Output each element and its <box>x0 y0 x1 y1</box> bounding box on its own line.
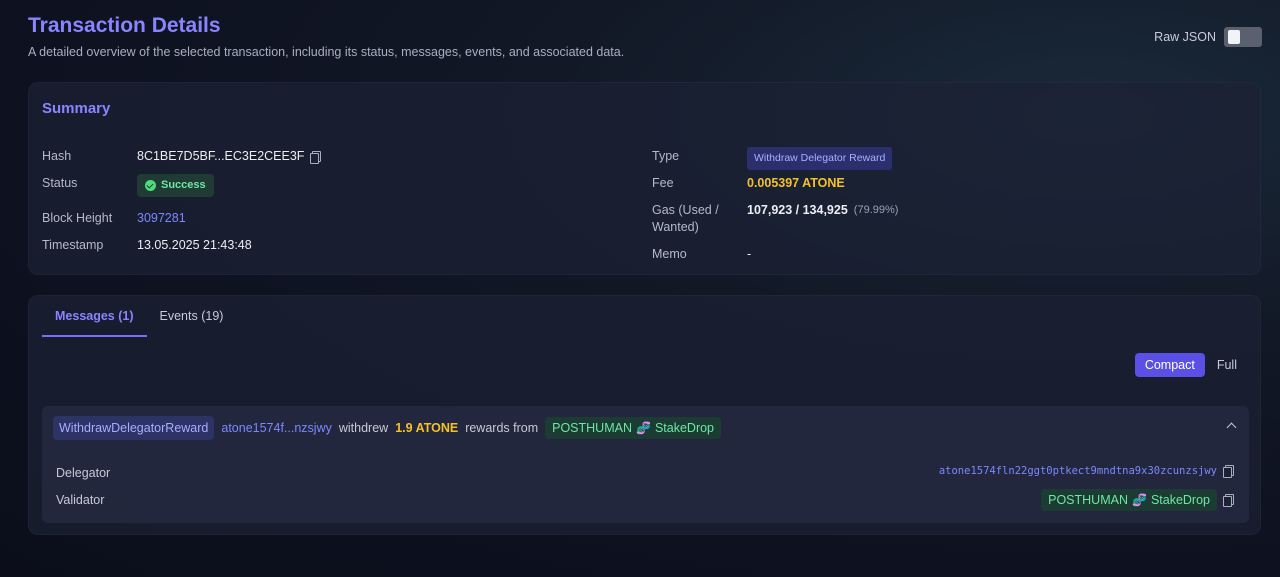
message-item: WithdrawDelegatorReward atone1574f...nzs… <box>42 406 1249 523</box>
gas-label: Gas (Used / Wanted) <box>652 203 719 234</box>
raw-json-label: Raw JSON <box>1154 30 1216 44</box>
message-rewards-from: rewards from <box>465 421 539 435</box>
timestamp-value: 13.05.2025 21:43:48 <box>137 238 252 252</box>
memo-value: - <box>747 247 752 261</box>
block-height-label: Block Height <box>42 211 113 225</box>
fee-value: 0.005397 ATONE <box>747 176 845 190</box>
block-height-link[interactable]: 3097281 <box>137 210 186 227</box>
message-header[interactable]: WithdrawDelegatorReward atone1574f...nzs… <box>53 416 722 440</box>
type-label: Type <box>652 149 680 163</box>
copy-icon[interactable] <box>310 150 322 164</box>
delegator-value-group: atone1574fln22ggt0ptkect9mndtna9x30zcunz… <box>939 465 1234 478</box>
raw-json-toggle-group[interactable]: Raw JSON <box>1154 27 1262 47</box>
message-amount: 1.9 ATONE <box>395 421 459 435</box>
delegator-label: Delegator <box>56 466 111 480</box>
messages-card: Messages (1) Events (19) Compact Full Wi… <box>28 295 1261 535</box>
validator-label: Validator <box>56 493 105 507</box>
summary-card: Summary Hash 8C1BE7D5BF...EC3E2CEE3F Sta… <box>28 82 1261 275</box>
validator-suffix: StakeDrop <box>654 421 715 435</box>
dna-icon: 🧬 <box>636 421 651 435</box>
type-value-group: Withdraw Delegator Reward <box>747 147 893 170</box>
copy-icon[interactable] <box>1223 465 1234 478</box>
hash-label: Hash <box>42 149 72 163</box>
validator-badge[interactable]: POSTHUMAN 🧬 StakeDrop <box>545 417 722 439</box>
check-icon <box>145 180 156 191</box>
chevron-up-icon[interactable] <box>1226 422 1237 433</box>
dna-icon: 🧬 <box>1131 493 1147 507</box>
gas-value: 107,923 / 134,925 <box>747 203 848 217</box>
summary-title: Summary <box>42 100 111 117</box>
timestamp-label: Timestamp <box>42 238 104 252</box>
view-switch: Compact Full <box>1134 353 1247 377</box>
validator-badge[interactable]: POSTHUMAN 🧬 StakeDrop <box>1041 489 1217 511</box>
type-badge: Withdraw Delegator Reward <box>747 147 893 170</box>
status-text: Success <box>161 179 206 191</box>
memo-label: Memo <box>652 247 687 261</box>
hash-value: 8C1BE7D5BF...EC3E2CEE3F <box>137 149 305 163</box>
validator-name: POSTHUMAN <box>1048 493 1128 507</box>
validator-suffix: StakeDrop <box>1150 493 1210 507</box>
page-title: Transaction Details <box>28 14 221 37</box>
tab-messages[interactable]: Messages (1) <box>42 296 147 337</box>
copy-icon[interactable] <box>1223 494 1234 507</box>
status-value-group: Success <box>137 174 214 197</box>
validator-name: POSTHUMAN <box>552 421 632 435</box>
delegator-address-link[interactable]: atone1574fln22ggt0ptkect9mndtna9x30zcunz… <box>939 465 1217 477</box>
status-label: Status <box>42 176 78 190</box>
tabs: Messages (1) Events (19) <box>42 296 236 337</box>
validator-value-group: POSTHUMAN 🧬 StakeDrop <box>1041 489 1234 511</box>
status-badge: Success <box>137 174 214 197</box>
fee-label: Fee <box>652 176 674 190</box>
message-verb: withdrew <box>338 421 389 435</box>
page-subtitle: A detailed overview of the selected tran… <box>28 45 625 59</box>
compact-button[interactable]: Compact <box>1134 353 1205 377</box>
full-button[interactable]: Full <box>1207 353 1247 377</box>
gas-value-group: 107,923 / 134,925 (79.99%) <box>747 202 898 219</box>
gas-percent: (79.99%) <box>853 204 899 216</box>
tab-events[interactable]: Events (19) <box>147 296 237 337</box>
message-type-badge: WithdrawDelegatorReward <box>53 416 215 440</box>
hash-value-group: 8C1BE7D5BF...EC3E2CEE3F <box>137 148 322 165</box>
raw-json-toggle[interactable] <box>1224 27 1262 47</box>
toggle-knob <box>1228 30 1240 44</box>
message-address-link[interactable]: atone1574f...nzsjwy <box>221 421 332 435</box>
